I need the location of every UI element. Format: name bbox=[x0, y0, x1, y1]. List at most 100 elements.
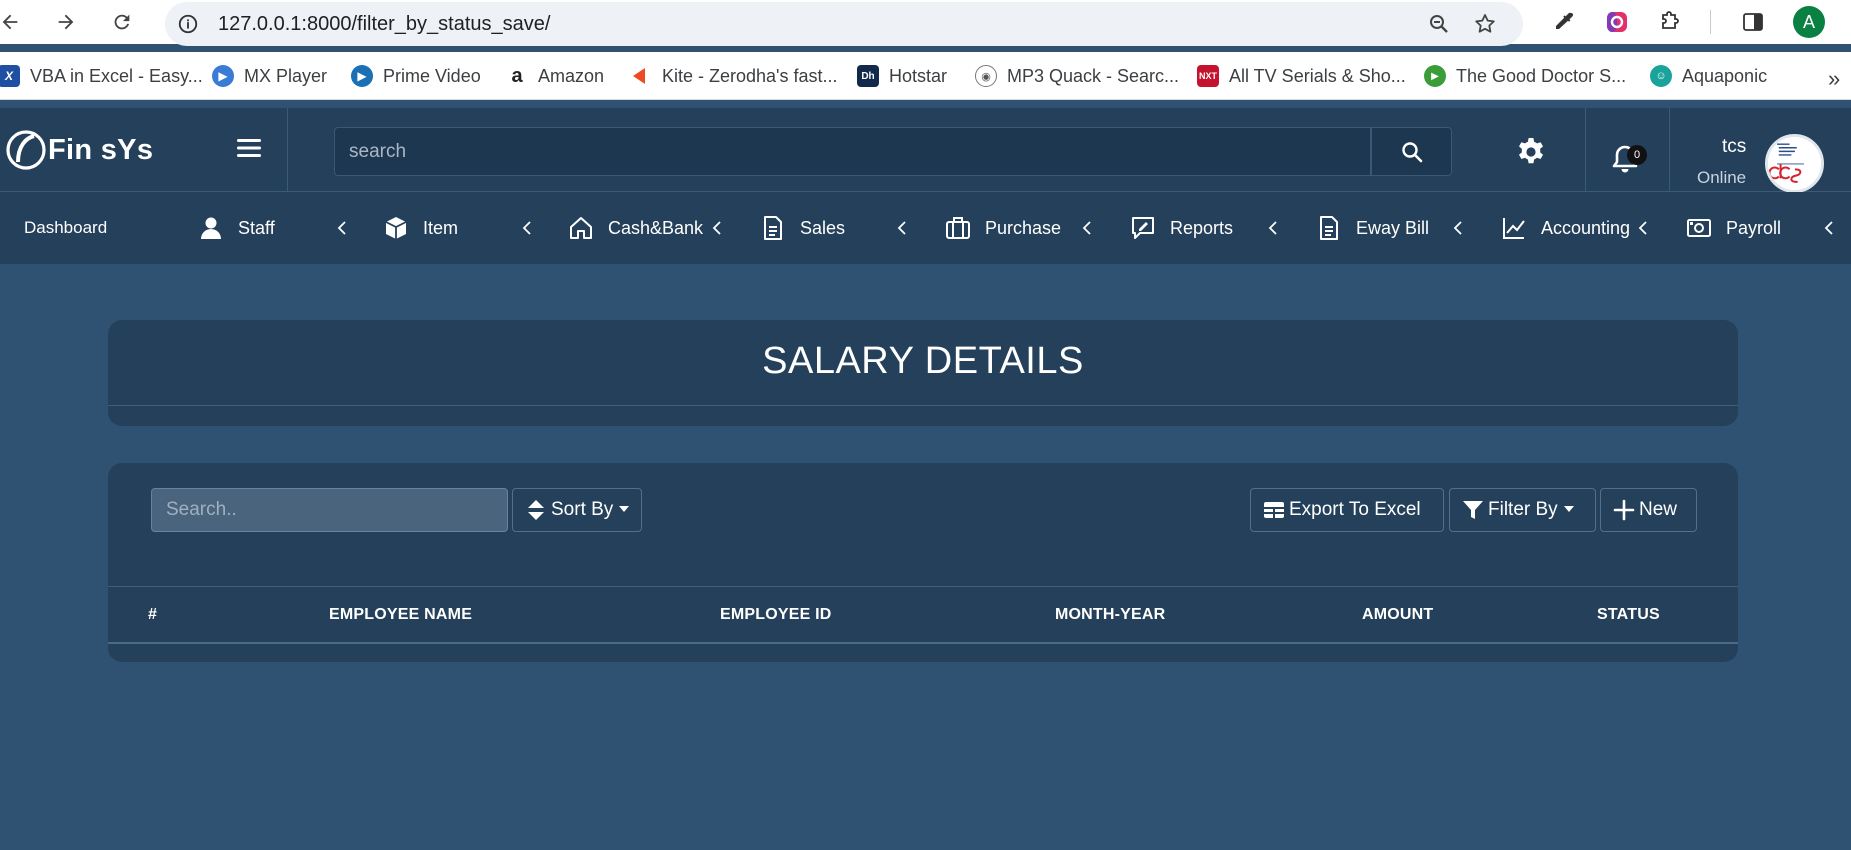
table-header-divider bbox=[108, 642, 1738, 644]
mx-player-icon: ▶ bbox=[212, 65, 234, 87]
chevron-left-icon[interactable] bbox=[1822, 216, 1836, 240]
column-header-index[interactable]: # bbox=[148, 606, 157, 624]
chart-edit-icon bbox=[1132, 217, 1154, 239]
bookmark-item[interactable]: ☺ Aquaponic bbox=[1650, 62, 1767, 90]
brand-name: Fin sYs bbox=[48, 133, 154, 166]
global-search-input[interactable] bbox=[335, 128, 1370, 175]
nav-item-cash-bank[interactable]: Cash&Bank bbox=[568, 192, 703, 264]
menu-toggle-icon[interactable] bbox=[236, 136, 262, 160]
chevron-left-icon[interactable] bbox=[895, 216, 909, 240]
forward-icon[interactable] bbox=[52, 8, 80, 36]
back-icon[interactable] bbox=[0, 8, 24, 36]
home-icon bbox=[570, 217, 592, 239]
briefcase-icon bbox=[946, 217, 970, 239]
global-search[interactable] bbox=[334, 127, 1371, 176]
profile-avatar[interactable]: A bbox=[1793, 6, 1825, 38]
nav-item-purchase[interactable]: Purchase bbox=[945, 192, 1061, 264]
column-header-employee-name[interactable]: EMPLOYEE NAME bbox=[329, 606, 472, 624]
nav-label: Item bbox=[423, 217, 459, 238]
bookmark-item[interactable]: Kite - Zerodha's fast... bbox=[630, 62, 838, 90]
chevron-left-icon[interactable] bbox=[1266, 216, 1280, 240]
header-divider bbox=[1669, 108, 1670, 192]
money-icon bbox=[1687, 219, 1711, 237]
bookmark-item[interactable]: Dh Hotstar bbox=[857, 62, 947, 90]
column-header-amount[interactable]: AMOUNT bbox=[1362, 606, 1433, 624]
nav-label: Staff bbox=[238, 217, 275, 238]
site-info-icon[interactable] bbox=[177, 13, 199, 35]
excel-icon: X bbox=[0, 65, 20, 87]
zoom-icon[interactable] bbox=[1427, 12, 1451, 36]
address-bar[interactable]: 127.0.0.1:8000/filter_by_status_save/ bbox=[165, 2, 1523, 46]
url-text[interactable]: 127.0.0.1:8000/filter_by_status_save/ bbox=[218, 13, 550, 36]
table-icon bbox=[1264, 502, 1284, 518]
good-doctor-icon: ▶ bbox=[1424, 65, 1446, 87]
nav-item-payroll[interactable]: Payroll bbox=[1686, 192, 1781, 264]
bookmark-item[interactable]: X VBA in Excel - Easy... bbox=[0, 62, 203, 90]
plus-icon bbox=[1613, 499, 1635, 521]
bookmark-label: Kite - Zerodha's fast... bbox=[662, 65, 838, 86]
column-header-employee-id[interactable]: EMPLOYEE ID bbox=[720, 606, 832, 624]
nav-dashboard[interactable]: Dashboard bbox=[24, 192, 107, 264]
table-search[interactable] bbox=[151, 488, 508, 532]
bookmark-label: Prime Video bbox=[383, 65, 481, 86]
nav-label: Reports bbox=[1170, 217, 1234, 238]
chevron-left-icon[interactable] bbox=[710, 216, 724, 240]
page-title: SALARY DETAILS bbox=[762, 340, 1084, 382]
aquaponic-icon: ☺ bbox=[1650, 65, 1672, 87]
document-icon bbox=[764, 216, 782, 240]
nav-item-reports[interactable]: Reports bbox=[1130, 192, 1233, 264]
document-icon bbox=[1320, 216, 1338, 240]
bookmark-item[interactable]: ▶ Prime Video bbox=[351, 62, 481, 90]
bookmark-item[interactable]: ▶ The Good Doctor S... bbox=[1424, 62, 1626, 90]
line-chart-icon bbox=[1503, 218, 1525, 239]
company-logo-icon bbox=[1768, 137, 1821, 190]
nav-label: Payroll bbox=[1726, 217, 1782, 238]
bookmark-item[interactable]: ◉ MP3 Quack - Searc... bbox=[975, 62, 1179, 90]
search-icon bbox=[1401, 141, 1422, 162]
bookmark-item[interactable]: ▶ MX Player bbox=[212, 62, 327, 90]
filter-icon bbox=[1463, 501, 1483, 519]
salary-table-card: Sort By Export To Excel Filter By New # … bbox=[108, 463, 1738, 662]
sort-by-label: Sort By bbox=[551, 499, 614, 520]
color-extension-icon[interactable] bbox=[1604, 9, 1630, 35]
bookmark-star-icon[interactable] bbox=[1473, 12, 1497, 36]
settings-gear-icon[interactable] bbox=[1515, 136, 1547, 168]
sort-icon bbox=[528, 500, 544, 520]
column-header-month-year[interactable]: MONTH-YEAR bbox=[1055, 606, 1165, 624]
eyedropper-icon[interactable] bbox=[1551, 9, 1577, 35]
filter-by-button[interactable]: Filter By bbox=[1449, 488, 1596, 532]
nav-label: Cash&Bank bbox=[608, 217, 704, 238]
new-button[interactable]: New bbox=[1600, 488, 1697, 532]
user-status: Online bbox=[1697, 168, 1747, 187]
sort-by-button[interactable]: Sort By bbox=[512, 488, 642, 532]
export-excel-button[interactable]: Export To Excel bbox=[1250, 488, 1444, 532]
nav-item-sales[interactable]: Sales bbox=[760, 192, 845, 264]
user-avatar[interactable] bbox=[1765, 134, 1824, 193]
bookmark-label: MP3 Quack - Searc... bbox=[1007, 65, 1180, 86]
global-search-button[interactable] bbox=[1371, 127, 1452, 176]
nav-item-item[interactable]: Item bbox=[383, 192, 458, 264]
more-bookmarks-icon[interactable]: » bbox=[1828, 66, 1840, 92]
chevron-left-icon[interactable] bbox=[1080, 216, 1094, 240]
bookmark-item[interactable]: a Amazon bbox=[506, 62, 604, 90]
brand-logo[interactable]: Fin sYs bbox=[4, 128, 153, 172]
column-header-status[interactable]: STATUS bbox=[1597, 606, 1660, 624]
nav-item-eway-bill[interactable]: Eway Bill bbox=[1316, 192, 1429, 264]
chevron-left-icon[interactable] bbox=[1451, 216, 1465, 240]
table-search-input[interactable] bbox=[152, 489, 507, 531]
tv-serials-icon: NXT bbox=[1197, 65, 1219, 87]
nav-item-accounting[interactable]: Accounting bbox=[1501, 192, 1630, 264]
header-divider bbox=[1585, 108, 1586, 192]
bookmark-label: Aquaponic bbox=[1682, 65, 1768, 86]
amazon-icon: a bbox=[506, 65, 528, 87]
extensions-puzzle-icon[interactable] bbox=[1657, 9, 1683, 35]
bookmark-label: All TV Serials & Sho... bbox=[1229, 65, 1406, 86]
reload-icon[interactable] bbox=[108, 8, 136, 36]
chevron-left-icon[interactable] bbox=[520, 216, 534, 240]
chevron-left-icon[interactable] bbox=[1636, 216, 1650, 240]
side-panel-icon[interactable] bbox=[1740, 9, 1766, 35]
user-name[interactable]: tcs bbox=[1722, 136, 1746, 158]
nav-item-staff[interactable]: Staff bbox=[198, 192, 275, 264]
bookmark-item[interactable]: NXT All TV Serials & Sho... bbox=[1197, 62, 1406, 90]
chevron-left-icon[interactable] bbox=[335, 216, 349, 240]
